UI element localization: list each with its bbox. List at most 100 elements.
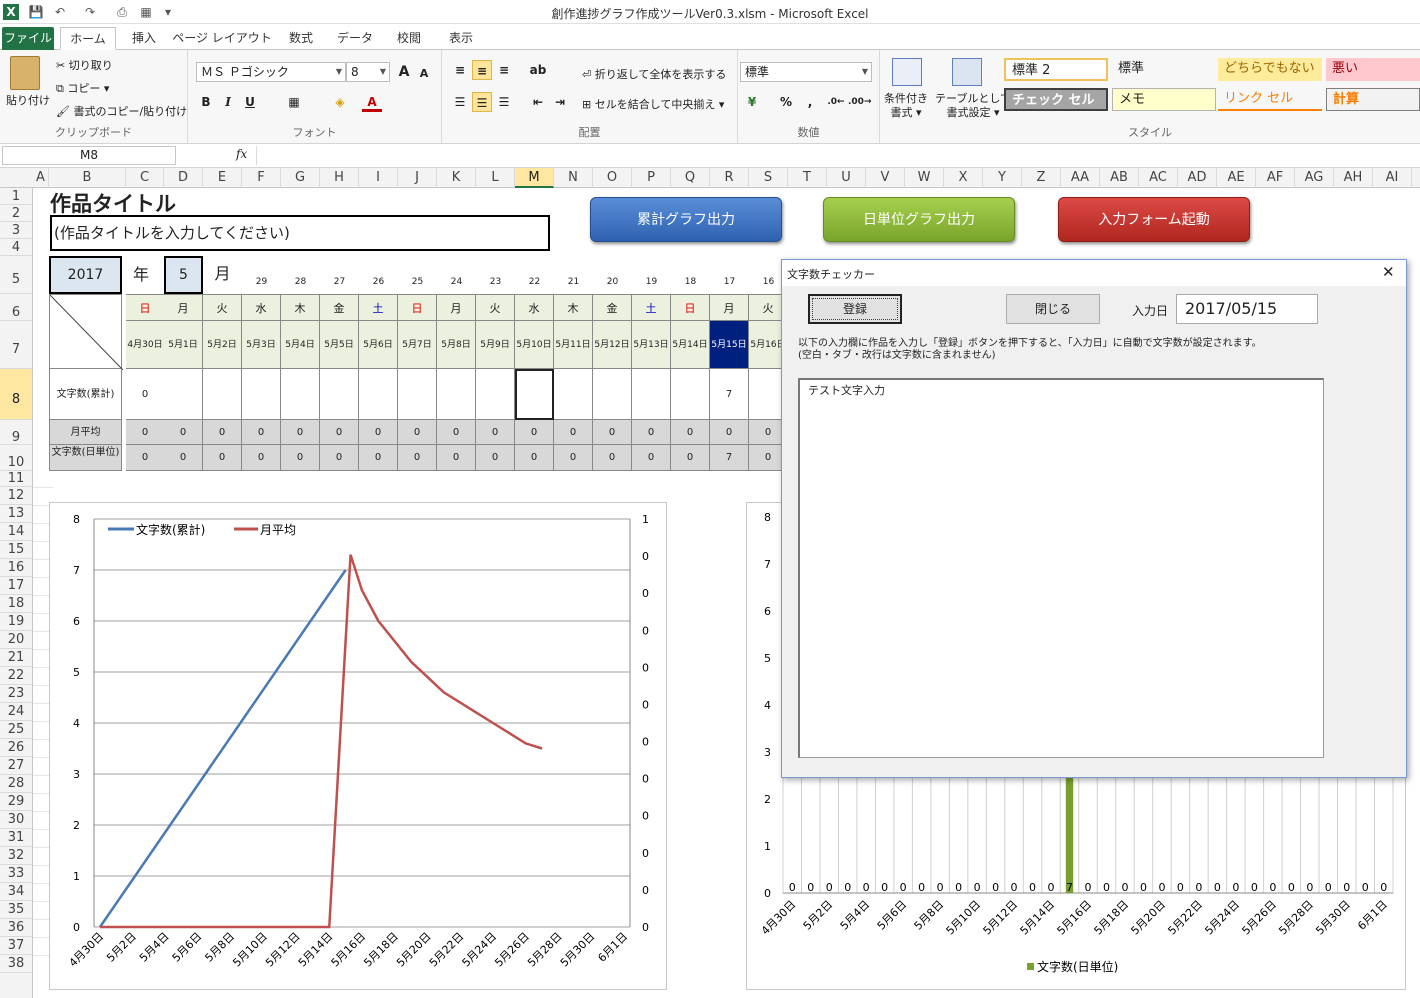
italic-button[interactable]: I (218, 92, 238, 112)
cumulative-cell-9[interactable] (476, 369, 515, 420)
monthly-cell-4[interactable]: 0 (281, 420, 320, 445)
monthly-cell-2[interactable]: 0 (203, 420, 242, 445)
row-header-4[interactable]: 4 (0, 239, 32, 256)
monthly-cell-8[interactable]: 0 (437, 420, 476, 445)
column-header-e[interactable]: E (203, 168, 242, 188)
tab-view[interactable]: 表示 (438, 27, 484, 50)
format-painter-button[interactable]: 🖌 書式のコピー/貼り付け (56, 103, 187, 119)
cumulative-cell-3[interactable] (242, 369, 281, 420)
tab-file[interactable]: ファイル (2, 27, 54, 50)
row-header-29[interactable]: 29 (0, 793, 32, 811)
column-header-t[interactable]: T (788, 168, 827, 188)
indent-icon[interactable]: ⇤ (528, 92, 548, 112)
column-header-p[interactable]: P (632, 168, 671, 188)
align-left-icon[interactable]: ☰ (450, 92, 470, 112)
row-header-18[interactable]: 18 (0, 595, 32, 613)
month-cell[interactable]: 5 (164, 256, 203, 294)
column-header-b[interactable]: B (49, 168, 126, 188)
row-header-12[interactable]: 12 (0, 487, 32, 505)
bold-button[interactable]: B (196, 92, 216, 112)
date-cell-4[interactable]: 5月4日 (281, 321, 320, 369)
date-cell-11[interactable]: 5月11日 (554, 321, 593, 369)
monthly-cell-1[interactable]: 0 (164, 420, 203, 445)
increase-decimal-icon[interactable]: .0← (826, 92, 846, 112)
column-header-m[interactable]: M (515, 168, 554, 188)
monthly-cell-14[interactable]: 0 (671, 420, 710, 445)
row-header-22[interactable]: 22 (0, 667, 32, 685)
column-header-j[interactable]: J (398, 168, 437, 188)
daily-cell-6[interactable]: 0 (359, 445, 398, 471)
row-header-9[interactable]: 9 (0, 420, 32, 445)
style-linked-cell[interactable]: リンク セル (1218, 88, 1322, 111)
tab-formulas[interactable]: 数式 (278, 27, 324, 50)
row-header-19[interactable]: 19 (0, 613, 32, 631)
row-header-24[interactable]: 24 (0, 703, 32, 721)
row-header-31[interactable]: 31 (0, 829, 32, 847)
column-header-ac[interactable]: AC (1139, 168, 1178, 188)
date-cell-10[interactable]: 5月10日 (515, 321, 554, 369)
row-header-26[interactable]: 26 (0, 739, 32, 757)
row-header-13[interactable]: 13 (0, 505, 32, 523)
date-cell-15[interactable]: 5月15日 (710, 321, 749, 369)
daily-cell-9[interactable]: 0 (476, 445, 515, 471)
format-as-table-icon[interactable] (952, 58, 982, 86)
column-header-ae[interactable]: AE (1217, 168, 1256, 188)
paste-icon[interactable] (10, 56, 40, 90)
row-header-21[interactable]: 21 (0, 649, 32, 667)
cumulative-cell-4[interactable] (281, 369, 320, 420)
column-header-n[interactable]: N (554, 168, 593, 188)
row-header-7[interactable]: 7 (0, 321, 32, 369)
monthly-cell-0[interactable]: 0 (126, 420, 165, 445)
row-header-3[interactable]: 3 (0, 222, 32, 239)
column-header-a[interactable]: A (33, 168, 49, 188)
row-header-8[interactable]: 8 (0, 369, 32, 420)
daily-cell-2[interactable]: 0 (203, 445, 242, 471)
column-header-d[interactable]: D (164, 168, 203, 188)
style-neutral[interactable]: どちらでもない (1218, 58, 1322, 81)
align-right-icon[interactable]: ☰ (494, 92, 514, 112)
tab-review[interactable]: 校閲 (386, 27, 432, 50)
row-header-11[interactable]: 11 (0, 471, 32, 487)
monthly-cell-12[interactable]: 0 (593, 420, 632, 445)
row-header-35[interactable]: 35 (0, 901, 32, 919)
row-header-34[interactable]: 34 (0, 883, 32, 901)
monthly-cell-10[interactable]: 0 (515, 420, 554, 445)
row-header-28[interactable]: 28 (0, 775, 32, 793)
input-form-button[interactable]: 入力フォーム起動 (1058, 197, 1250, 242)
cumulative-cell-15[interactable]: 7 (710, 369, 749, 420)
column-header-h[interactable]: H (320, 168, 359, 188)
conditional-format-icon[interactable] (892, 58, 922, 86)
date-cell-6[interactable]: 5月6日 (359, 321, 398, 369)
daily-graph-button[interactable]: 日単位グラフ出力 (823, 197, 1015, 242)
fx-icon[interactable]: fx (236, 147, 247, 161)
font-name-select[interactable]: ＭＳ Ｐゴシック ▼ (196, 62, 346, 82)
percent-button[interactable]: % (776, 92, 796, 112)
date-cell-5[interactable]: 5月5日 (320, 321, 359, 369)
format-as-table-button[interactable]: テーブルとして 書式設定 ▾ (935, 92, 1011, 120)
daily-cell-10[interactable]: 0 (515, 445, 554, 471)
copy-button[interactable]: ⧉ コピー ▾ (56, 80, 109, 96)
close-button[interactable]: 閉じる (1006, 294, 1100, 324)
paste-button[interactable]: 貼り付け (6, 92, 50, 108)
row-header-1[interactable]: 1 (0, 188, 32, 205)
column-header-f[interactable]: F (242, 168, 281, 188)
font-color-icon[interactable]: A (362, 92, 382, 112)
row-header-23[interactable]: 23 (0, 685, 32, 703)
column-header-q[interactable]: Q (671, 168, 710, 188)
cumulative-cell-2[interactable] (203, 369, 242, 420)
cumulative-cell-8[interactable] (437, 369, 476, 420)
date-cell-8[interactable]: 5月8日 (437, 321, 476, 369)
column-header-z[interactable]: Z (1022, 168, 1061, 188)
cumulative-cell-14[interactable] (671, 369, 710, 420)
column-header-r[interactable]: R (710, 168, 749, 188)
number-format-select[interactable]: 標準 ▼ (740, 62, 872, 82)
daily-cell-1[interactable]: 0 (164, 445, 203, 471)
daily-cell-11[interactable]: 0 (554, 445, 593, 471)
font-size-select[interactable]: 8 ▼ (346, 62, 390, 82)
date-cell-1[interactable]: 5月1日 (164, 321, 203, 369)
monthly-cell-5[interactable]: 0 (320, 420, 359, 445)
cumulative-cell-6[interactable] (359, 369, 398, 420)
cumulative-cell-10[interactable] (515, 369, 554, 420)
date-cell-13[interactable]: 5月13日 (632, 321, 671, 369)
daily-cell-5[interactable]: 0 (320, 445, 359, 471)
